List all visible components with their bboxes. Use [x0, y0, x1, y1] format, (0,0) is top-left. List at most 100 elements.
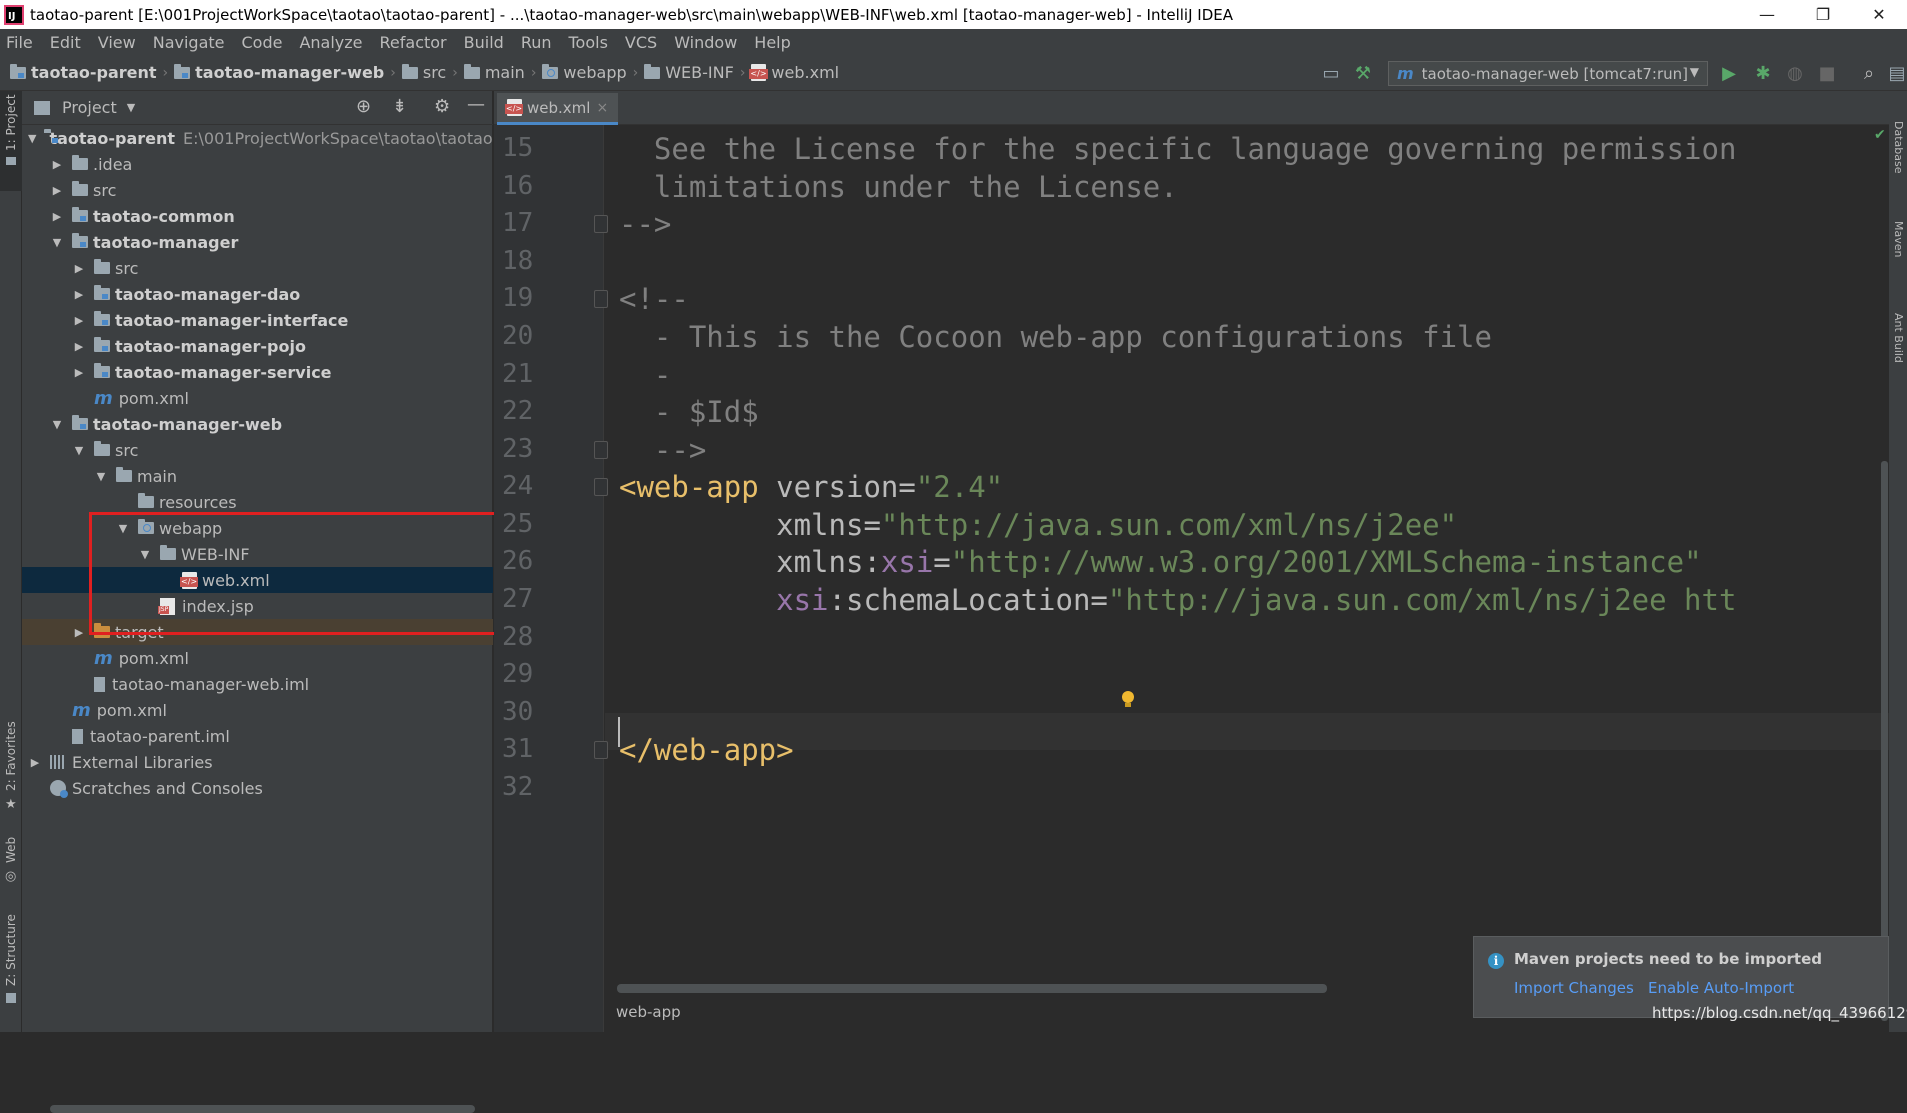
editor-breadcrumb[interactable]: web-app	[616, 1003, 681, 1021]
fold-marker-icon[interactable]	[594, 478, 608, 496]
tree-item[interactable]: m pom.xml	[22, 385, 493, 411]
crumb-taotao-parent[interactable]: taotao-parent ›	[10, 63, 168, 82]
close-button[interactable]: ✕	[1851, 0, 1907, 29]
tree-item[interactable]: index.jsp	[22, 593, 493, 619]
menu-build[interactable]: Build	[464, 33, 504, 52]
tree-item[interactable]: ▼ taotao-manager-web	[22, 411, 493, 437]
project-tool-tab[interactable]: 1: Project	[0, 91, 22, 191]
menu-window[interactable]: Window	[674, 33, 737, 52]
collapse-arrow-icon[interactable]: ▶	[72, 262, 86, 275]
import-changes-link[interactable]: Import Changes	[1514, 979, 1634, 997]
collapse-arrow-icon[interactable]: ▶	[72, 340, 86, 353]
tree-item-selected[interactable]: web.xml	[22, 567, 493, 593]
tree-item[interactable]: ▼ src	[22, 437, 493, 463]
tree-item[interactable]: ▶ External Libraries	[22, 749, 493, 775]
debug-icon[interactable]: ✱	[1752, 62, 1774, 84]
watermark-text: https://blog.csdn.net/qq_43966129	[1652, 1004, 1907, 1022]
menu-analyze[interactable]: Analyze	[299, 33, 362, 52]
expand-arrow-icon[interactable]: ▼	[28, 132, 36, 145]
tree-item[interactable]: ▼ main	[22, 463, 493, 489]
run-configuration-select[interactable]: m taotao-manager-web [tomcat7:run] ▼	[1388, 61, 1708, 86]
tree-item[interactable]: Scratches and Consoles	[22, 775, 493, 801]
tree-item[interactable]: ▼ webapp	[22, 515, 493, 541]
tree-item[interactable]: ▶ taotao-manager-interface	[22, 307, 493, 333]
tree-item[interactable]: resources	[22, 489, 493, 515]
collapse-arrow-icon[interactable]: ▶	[72, 314, 86, 327]
menu-tools[interactable]: Tools	[569, 33, 608, 52]
run-icon[interactable]: ▶	[1718, 62, 1740, 84]
menu-vcs[interactable]: VCS	[625, 33, 657, 52]
fold-marker-icon[interactable]	[594, 441, 608, 459]
tree-item[interactable]: ▶ taotao-manager-service	[22, 359, 493, 385]
fold-marker-icon[interactable]	[594, 741, 608, 759]
tree-item[interactable]: ▼ WEB-INF	[22, 541, 493, 567]
collapse-arrow-icon[interactable]: ▶	[72, 288, 86, 301]
folder-icon	[401, 63, 418, 79]
menu-edit[interactable]: Edit	[50, 33, 81, 52]
minimize-button[interactable]: —	[1739, 0, 1795, 29]
collapse-arrow-icon[interactable]: ▶	[72, 366, 86, 379]
collapse-arrow-icon[interactable]: ▶	[50, 210, 64, 223]
menu-refactor[interactable]: Refactor	[380, 33, 447, 52]
enable-auto-import-link[interactable]: Enable Auto-Import	[1648, 979, 1794, 997]
collapse-arrow-icon[interactable]: ▶	[50, 184, 64, 197]
tree-item[interactable]: ▶ target	[22, 619, 493, 645]
tree-item[interactable]: ▼ taotao-parent E:\001ProjectWorkSpace\t…	[22, 125, 493, 151]
line-number: 15	[502, 133, 534, 163]
tree-item[interactable]: ▶ taotao-manager-dao	[22, 281, 493, 307]
gear-icon[interactable]: ⚙	[434, 96, 450, 117]
menu-view[interactable]: View	[98, 33, 136, 52]
expand-arrow-icon[interactable]: ▼	[72, 444, 86, 457]
menu-code[interactable]: Code	[242, 33, 283, 52]
crumb-src[interactable]: src ›	[401, 63, 458, 82]
collapse-arrow-icon[interactable]: ▶	[72, 626, 86, 639]
crumb-web-xml[interactable]: web.xml	[749, 63, 839, 82]
tree-item[interactable]: ▶ .idea	[22, 151, 493, 177]
tree-item[interactable]: m pom.xml	[22, 697, 493, 723]
search-icon[interactable]: ⌕	[1858, 62, 1880, 84]
fold-marker-icon[interactable]	[594, 215, 608, 233]
tab-web-xml[interactable]: web.xml ×	[497, 93, 619, 125]
menu-bar: File Edit View Navigate Code Analyze Ref…	[0, 29, 1907, 55]
tree-item[interactable]: ▼ taotao-manager	[22, 229, 493, 255]
build-hammer-icon[interactable]: ⚒	[1352, 62, 1374, 84]
tree-item[interactable]: taotao-manager-web.iml	[22, 671, 493, 697]
menu-help[interactable]: Help	[754, 33, 790, 52]
expand-arrow-icon[interactable]: ▼	[50, 236, 64, 249]
expand-arrow-icon[interactable]: ▼	[94, 470, 108, 483]
collapse-all-icon[interactable]: ⇟	[392, 96, 407, 117]
menu-run[interactable]: Run	[521, 33, 552, 52]
expand-arrow-icon[interactable]: ▼	[116, 522, 130, 535]
tree-item[interactable]: ▶ taotao-manager-pojo	[22, 333, 493, 359]
tree-item[interactable]: ▶ src	[22, 177, 493, 203]
project-structure-icon[interactable]: ▭	[1320, 62, 1342, 84]
horizontal-scrollbar[interactable]	[50, 1105, 475, 1113]
menu-navigate[interactable]: Navigate	[153, 33, 225, 52]
collapse-arrow-icon[interactable]: ▶	[50, 158, 64, 171]
stop-icon[interactable]: ■	[1816, 62, 1838, 84]
close-icon[interactable]: ×	[596, 100, 608, 116]
horizontal-scrollbar[interactable]	[617, 984, 1327, 993]
crumb-web-inf[interactable]: WEB-INF ›	[644, 63, 745, 82]
locate-icon[interactable]: ⊕	[356, 96, 371, 117]
fold-marker-icon[interactable]	[594, 290, 608, 308]
expand-arrow-icon[interactable]: ▼	[138, 548, 152, 561]
tree-item[interactable]: taotao-parent.iml	[22, 723, 493, 749]
menu-file[interactable]: File	[6, 33, 33, 52]
crumb-main[interactable]: main ›	[463, 63, 536, 82]
chevron-down-icon[interactable]: ▼	[127, 101, 135, 114]
tree-item[interactable]: ▶ src	[22, 255, 493, 281]
expand-arrow-icon[interactable]: ▼	[50, 418, 64, 431]
lightbulb-icon[interactable]	[1121, 691, 1135, 709]
coverage-icon[interactable]: ◍	[1784, 62, 1806, 84]
hide-icon[interactable]: —	[467, 94, 485, 115]
vcs-icon[interactable]: ▤	[1886, 62, 1907, 84]
tree-item[interactable]: ▶ taotao-common	[22, 203, 493, 229]
collapse-arrow-icon[interactable]: ▶	[28, 756, 42, 769]
line-number: 19	[502, 283, 534, 313]
tree-item[interactable]: m pom.xml	[22, 645, 493, 671]
crumb-webapp[interactable]: webapp ›	[542, 63, 638, 82]
restore-button[interactable]: ❐	[1795, 0, 1851, 29]
crumb-taotao-manager-web[interactable]: taotao-manager-web ›	[174, 63, 396, 82]
project-view-select[interactable]: Project	[62, 98, 117, 117]
